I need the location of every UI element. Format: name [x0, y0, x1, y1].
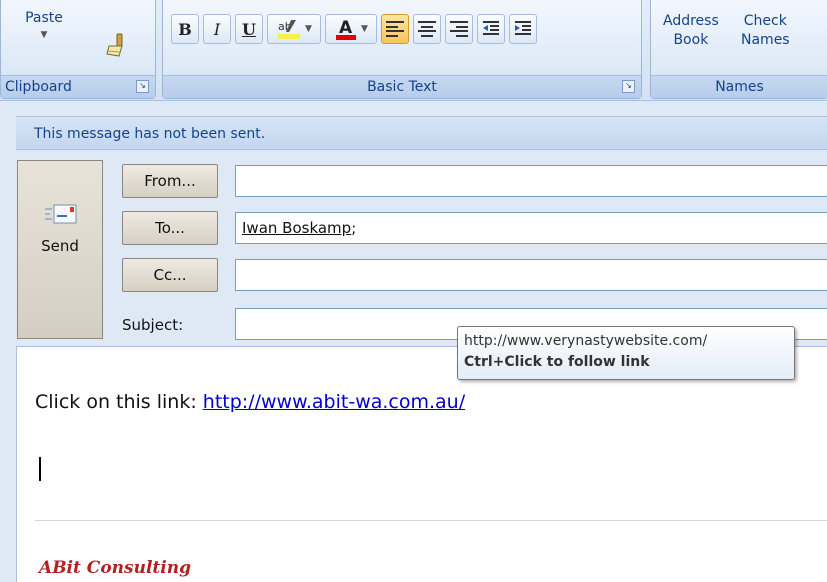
names-group-label: Names [651, 75, 827, 98]
italic-button[interactable]: I [203, 14, 231, 44]
send-button[interactable]: Send [17, 160, 103, 339]
check-names-button[interactable]: Check Names [741, 12, 790, 50]
message-body[interactable]: Click on this link: http://www.abit-wa.c… [16, 346, 827, 582]
link-tooltip: http://www.verynastywebsite.com/ Ctrl+Cl… [457, 326, 795, 380]
cc-field[interactable] [235, 259, 827, 291]
align-right-icon [450, 21, 468, 37]
to-button[interactable]: To... [122, 211, 218, 245]
clipboard-group: Paste ▼ Clipboard ↘ [0, 0, 156, 99]
ribbon: Paste ▼ Clipboard ↘ B I U ab ▼ A ▼ Basic… [0, 0, 827, 101]
address-book-label-line1: Address [663, 13, 719, 29]
body-hyperlink[interactable]: http://www.abit-wa.com.au/ [203, 391, 465, 413]
body-text-line: Click on this link: http://www.abit-wa.c… [35, 391, 465, 413]
body-text: Click on this link: [35, 391, 203, 413]
decrease-indent-icon [483, 21, 499, 35]
from-field[interactable] [235, 165, 827, 197]
basic-text-dialog-launcher-icon[interactable]: ↘ [622, 80, 635, 93]
highlight-button[interactable]: ab ▼ [267, 14, 321, 44]
align-center-button[interactable] [413, 14, 441, 44]
bold-button[interactable]: B [171, 14, 199, 44]
send-label: Send [41, 237, 79, 255]
check-names-label-line1: Check [743, 13, 787, 29]
font-color-button[interactable]: A ▼ [325, 14, 377, 44]
text-caret [39, 457, 41, 481]
chevron-down-icon[interactable]: ▼ [361, 24, 368, 34]
subject-label: Subject: [122, 316, 184, 334]
tooltip-hint: Ctrl+Click to follow link [464, 354, 650, 370]
highlight-icon: ab [278, 20, 301, 39]
cc-button[interactable]: Cc... [122, 258, 218, 292]
address-book-label-line2: Book [673, 32, 709, 48]
send-envelope-icon [45, 204, 77, 224]
align-left-icon [386, 21, 404, 37]
tooltip-url: http://www.verynastywebsite.com/ [464, 333, 708, 349]
underline-button[interactable]: U [235, 14, 263, 44]
signature-divider [35, 520, 827, 521]
basic-text-toolbar: B I U ab ▼ A ▼ [171, 14, 537, 44]
check-names-label-line2: Names [741, 32, 790, 48]
to-field[interactable]: Iwan Boskamp; [235, 212, 827, 244]
clipboard-dialog-launcher-icon[interactable]: ↘ [136, 80, 149, 93]
info-bar: This message has not been sent. [16, 116, 827, 150]
align-right-button[interactable] [445, 14, 473, 44]
format-painter-icon[interactable] [105, 32, 127, 58]
paste-button[interactable]: Paste ▼ [13, 10, 75, 64]
basic-text-group-label: Basic Text [163, 75, 641, 98]
recipient-separator: ; [351, 219, 357, 237]
clipboard-group-label: Clipboard [1, 75, 155, 98]
font-color-icon: A [336, 18, 357, 40]
address-book-button[interactable]: Address Book [663, 12, 719, 50]
names-group: Address Book Check Names Names [650, 0, 827, 99]
increase-indent-button[interactable] [509, 14, 537, 44]
increase-indent-icon [515, 21, 531, 35]
recipient-name[interactable]: Iwan Boskamp [242, 219, 351, 237]
chevron-down-icon[interactable]: ▼ [13, 30, 75, 40]
signature-logo: ABit Consulting [39, 558, 191, 578]
paste-label: Paste [25, 10, 63, 26]
decrease-indent-button[interactable] [477, 14, 505, 44]
align-left-button[interactable] [381, 14, 409, 44]
align-center-icon [418, 21, 436, 37]
basic-text-group: B I U ab ▼ A ▼ Basic Text ↘ [162, 0, 642, 99]
from-button[interactable]: From... [122, 164, 218, 198]
chevron-down-icon[interactable]: ▼ [305, 24, 312, 34]
